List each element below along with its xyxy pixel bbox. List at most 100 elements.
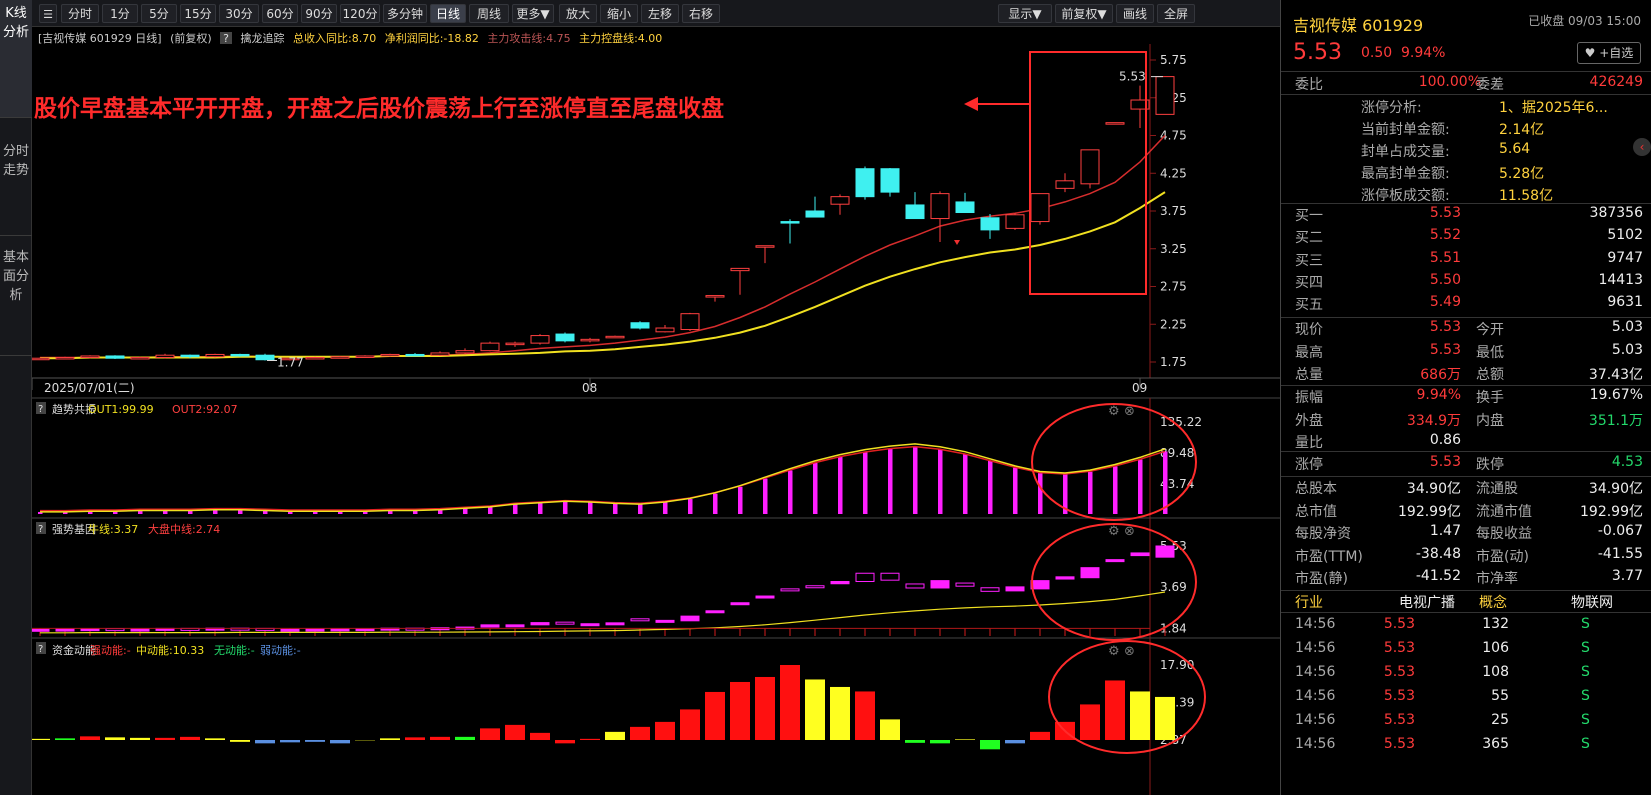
fund-bar	[755, 676, 775, 740]
strong-candle	[980, 587, 1000, 592]
add-favorite-button[interactable]: ♥ +自选	[1577, 42, 1641, 64]
stats-b-value-b: 351.1万	[1588, 412, 1643, 429]
candle-body	[355, 355, 375, 358]
bid-price: 5.51	[1429, 249, 1461, 266]
trend-bar	[938, 449, 943, 514]
weibi-label: 委比	[1295, 77, 1323, 93]
fund-bar	[405, 737, 425, 740]
candle-body	[330, 356, 350, 359]
stats-d-value-a: 1.47	[1429, 523, 1461, 539]
y-tick-label: 2.75	[1160, 280, 1187, 294]
candle-body	[455, 350, 475, 354]
candle-body	[380, 353, 400, 357]
tick-volume: 132	[1482, 616, 1509, 632]
fund-bar	[1105, 680, 1125, 740]
high-price-label: 5.53	[1119, 70, 1146, 84]
strong-candle	[480, 624, 500, 628]
stats-d-label-a: 市盈(静)	[1295, 571, 1348, 587]
limit-row: 涨停分析: 1、据2025年6...	[1281, 95, 1651, 117]
concept-label: 概念	[1479, 595, 1507, 611]
trend-bar	[538, 503, 543, 514]
strong-candle	[880, 572, 900, 581]
trend-bar	[688, 499, 693, 514]
tick-price: 5.53	[1383, 664, 1415, 680]
stats-b-label-a: 外盘	[1295, 412, 1323, 429]
stats-d-value-b: 3.77	[1611, 568, 1643, 584]
stats-a-label-a: 最高	[1295, 344, 1323, 361]
candle-body	[755, 245, 775, 248]
stats-a-value-a: 5.53	[1429, 341, 1461, 358]
candle-body	[805, 210, 825, 218]
concept-value: 物联网	[1571, 595, 1613, 611]
fund-bar	[130, 737, 150, 740]
strong-panel-gear-icon: ⚙	[1108, 524, 1120, 539]
trend-bar	[888, 448, 893, 514]
strong-candle	[1105, 559, 1125, 563]
strong-candle	[330, 628, 350, 632]
tab-timeshare[interactable]: 分时走势	[0, 118, 32, 236]
collapse-icon[interactable]: ‹	[1633, 138, 1651, 156]
bid-volume: 9631	[1607, 294, 1643, 311]
stats-d: 总股本 34.90亿 流通股 34.90亿	[1281, 476, 1651, 498]
bid-price: 5.50	[1429, 271, 1461, 288]
strong-candle	[1130, 552, 1150, 557]
stats-c-label-a: 涨停	[1295, 457, 1323, 473]
trend-bar	[563, 501, 568, 514]
stats-b-value-a: 0.86	[1429, 432, 1461, 448]
stock-name-code: 吉视传媒 601929	[1293, 16, 1424, 35]
fund-y-tick: 17.90	[1160, 658, 1194, 672]
tick-time: 14:56	[1295, 616, 1336, 632]
tab-fundamental[interactable]: 基本面分析	[0, 236, 32, 356]
tick-side: S	[1581, 712, 1590, 728]
stats-d-value-a: -38.48	[1415, 545, 1461, 562]
trend-bar	[1113, 466, 1118, 514]
fund-bar	[330, 740, 350, 744]
strong-candle	[280, 628, 300, 632]
stats-a-label-a: 总量	[1295, 367, 1323, 383]
stats-d: 总市值 192.99亿 流通市值 192.99亿	[1281, 499, 1651, 521]
tick-side: S	[1581, 736, 1590, 752]
tick-row: 14:56 5.53 25 S	[1281, 710, 1651, 732]
tab-kline[interactable]: K线分析	[0, 0, 32, 118]
strong-candle	[530, 622, 550, 626]
fund-bar	[55, 738, 75, 740]
stock-header: 吉视传媒 601929 已收盘 09/03 15:00	[1281, 10, 1651, 35]
stats-b-value-b: 19.67%	[1589, 387, 1643, 403]
limit-key: 当前封单金额:	[1361, 122, 1450, 138]
strong-header-1: 牛线:3.37	[88, 522, 138, 536]
fund-bar	[930, 740, 950, 744]
tick-row: 14:56 5.53 106 S	[1281, 638, 1651, 660]
bid-label: 买二	[1295, 230, 1323, 247]
trend-bar	[1138, 459, 1143, 514]
fund-bar	[855, 691, 875, 740]
trend-bar	[638, 504, 643, 514]
fund-bar	[155, 737, 175, 740]
fund-bar	[1130, 691, 1150, 740]
fund-bar	[605, 731, 625, 740]
stats-a-label-b: 最低	[1476, 344, 1504, 361]
stats-d-label-a: 市盈(TTM)	[1295, 548, 1363, 565]
bid-row: 买四 5.50 14413	[1281, 270, 1651, 292]
candle-body	[855, 168, 875, 198]
chart-area[interactable]: 5.755.254.754.253.753.252.752.251.752025…	[32, 0, 1280, 795]
trend-bar	[863, 452, 868, 514]
fund-bar	[380, 738, 400, 740]
candle-body	[1030, 193, 1050, 223]
stats-d: 市盈(TTM) -38.48 市盈(动) -41.55	[1281, 544, 1651, 566]
candle-body	[980, 217, 1000, 231]
fund-panel-help-text: ?	[38, 644, 43, 655]
current-price: 5.53	[1293, 40, 1342, 65]
strong-candle	[1005, 586, 1025, 592]
industry-value: 电视广播	[1399, 595, 1455, 611]
tick-side: S	[1581, 640, 1590, 656]
stats-a-value-a: 5.53	[1429, 319, 1461, 335]
fund-bar	[830, 686, 850, 740]
strong-panel-help-text: ?	[38, 524, 43, 535]
trend-panel-gear-icon: ⚙	[1108, 404, 1120, 419]
stats-a-value-b: 5.03	[1611, 341, 1643, 358]
candle-body	[780, 221, 800, 224]
strong-candle	[105, 628, 125, 632]
strong-header-2: 大盘中线:2.74	[148, 522, 220, 536]
stats-d-label-b: 流通市值	[1476, 503, 1532, 520]
strong-candle	[55, 628, 75, 632]
